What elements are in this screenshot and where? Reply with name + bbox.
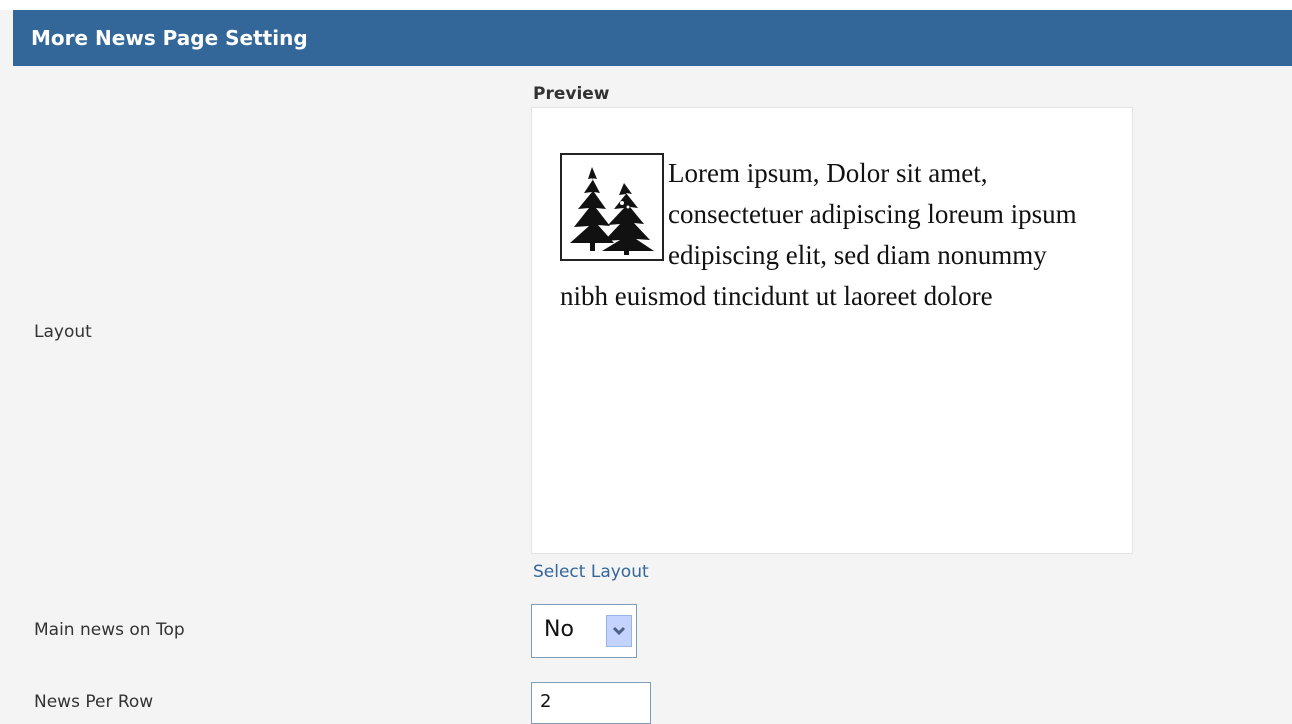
main-news-label: Main news on Top — [34, 620, 185, 640]
news-per-row-input[interactable]: 2 — [531, 682, 651, 724]
layout-preview: Lorem ipsum, Dolor sit amet, consectetue… — [531, 107, 1133, 554]
select-layout-link[interactable]: Select Layout — [533, 562, 649, 582]
section-title: More News Page Setting — [31, 26, 308, 50]
main-news-select[interactable]: No — [531, 604, 637, 658]
layout-label: Layout — [34, 322, 92, 342]
top-strip — [0, 0, 1292, 10]
preview-text: Lorem ipsum, Dolor sit amet, consectetue… — [560, 158, 1077, 311]
chevron-down-icon[interactable] — [606, 615, 632, 647]
news-per-row-label: News Per Row — [34, 692, 154, 712]
main-news-select-value: No — [544, 617, 574, 642]
section-header: More News Page Setting — [13, 10, 1292, 66]
preview-title: Preview — [533, 84, 610, 104]
